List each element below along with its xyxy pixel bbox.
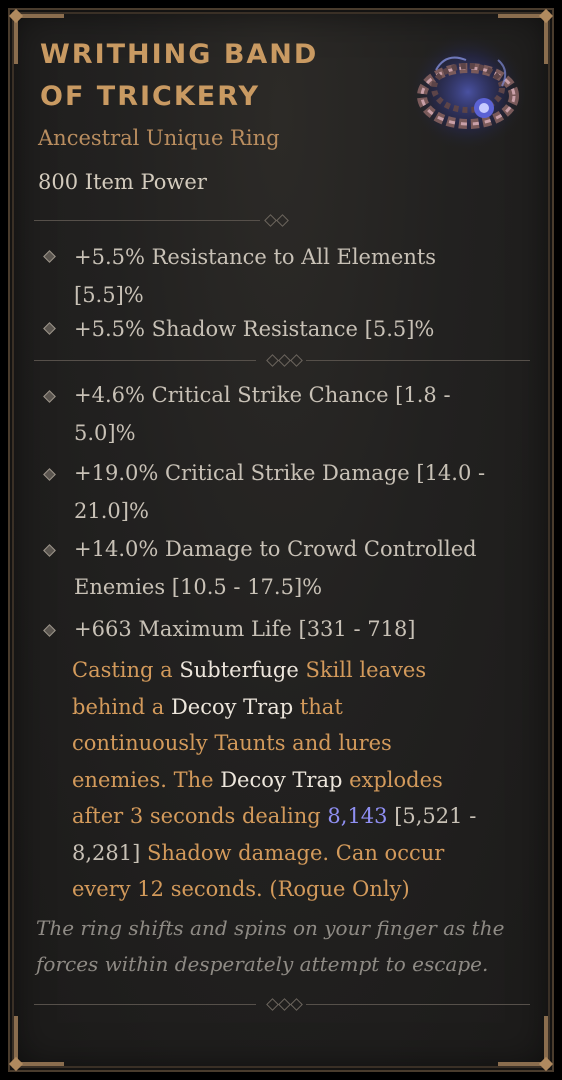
stat-crit-damage: +19.0% Critical Strike Damage [14.0 - 21…	[74, 454, 524, 530]
keyword-subterfuge: Subterfuge	[179, 658, 299, 682]
stat-maximum-life: +663 Maximum Life [331 - 718]	[74, 610, 524, 648]
section-divider	[34, 354, 530, 368]
frame-corner	[498, 1016, 548, 1066]
unique-power-line: every 12 seconds. (Rogue Only)	[72, 877, 410, 901]
section-divider	[34, 214, 292, 228]
flavor-line: The ring shifts and spins on your finger…	[36, 916, 505, 940]
flavor-text: The ring shifts and spins on your finger…	[36, 910, 536, 982]
damage-range: [5,521 -	[387, 804, 477, 828]
item-title-line: WRITHING BAND	[40, 39, 319, 70]
affix-text: +5.5% Resistance to All Elements	[74, 245, 437, 269]
affix-all-resistance: +5.5% Resistance to All Elements [5.5]%	[74, 238, 524, 314]
item-rarity-type: Ancestral Unique Ring	[38, 126, 280, 150]
unique-power-line: enemies. The Decoy Trap explodes	[72, 767, 443, 792]
stat-crit-chance: +4.6% Critical Strike Chance [1.8 - 5.0]…	[74, 376, 524, 452]
section-divider	[34, 998, 530, 1012]
stat-text: +14.0% Damage to Crowd Controlled	[74, 537, 477, 561]
affix-text: +5.5% Shadow Resistance [5.5]%	[74, 317, 435, 341]
unique-power-description: Casting a Subterfuge Skill leaves behind…	[72, 652, 532, 908]
item-title-line: OF TRICKERY	[40, 81, 261, 112]
damage-value: 8,143	[327, 804, 388, 828]
unique-power-line: Casting a Subterfuge Skill leaves	[72, 658, 427, 682]
item-title: WRITHING BAND OF TRICKERY	[40, 34, 380, 118]
keyword-decoy-trap: Decoy Trap	[220, 767, 343, 792]
stat-text: 21.0]%	[74, 499, 149, 523]
stat-text: +663 Maximum Life [331 - 718]	[74, 617, 416, 641]
unique-power-line: continuously Taunts and lures	[72, 731, 392, 755]
affix-text: [5.5]%	[74, 283, 144, 307]
unique-power-line: behind a Decoy Trap that	[72, 694, 343, 719]
unique-power-line: after 3 seconds dealing 8,143 [5,521 -	[72, 804, 477, 828]
frame-corner	[14, 1016, 64, 1066]
stat-text: 5.0]%	[74, 421, 136, 445]
stat-text: +4.6% Critical Strike Chance [1.8 -	[74, 383, 451, 407]
keyword-decoy-trap: Decoy Trap	[170, 694, 294, 719]
stat-text: +19.0% Critical Strike Damage [14.0 -	[74, 461, 486, 485]
flavor-line: forces within desperately attempt to esc…	[36, 952, 489, 976]
item-power: 800 Item Power	[38, 170, 207, 194]
affix-shadow-resistance: +5.5% Shadow Resistance [5.5]%	[74, 310, 524, 348]
chain-ring-icon	[408, 32, 528, 152]
damage-range: 8,281]	[72, 840, 141, 865]
unique-power-line: 8,281] Shadow damage. Can occur	[72, 840, 445, 865]
stat-text: Enemies [10.5 - 17.5]%	[74, 575, 323, 599]
stat-crowd-control-damage: +14.0% Damage to Crowd Controlled Enemie…	[74, 530, 524, 606]
